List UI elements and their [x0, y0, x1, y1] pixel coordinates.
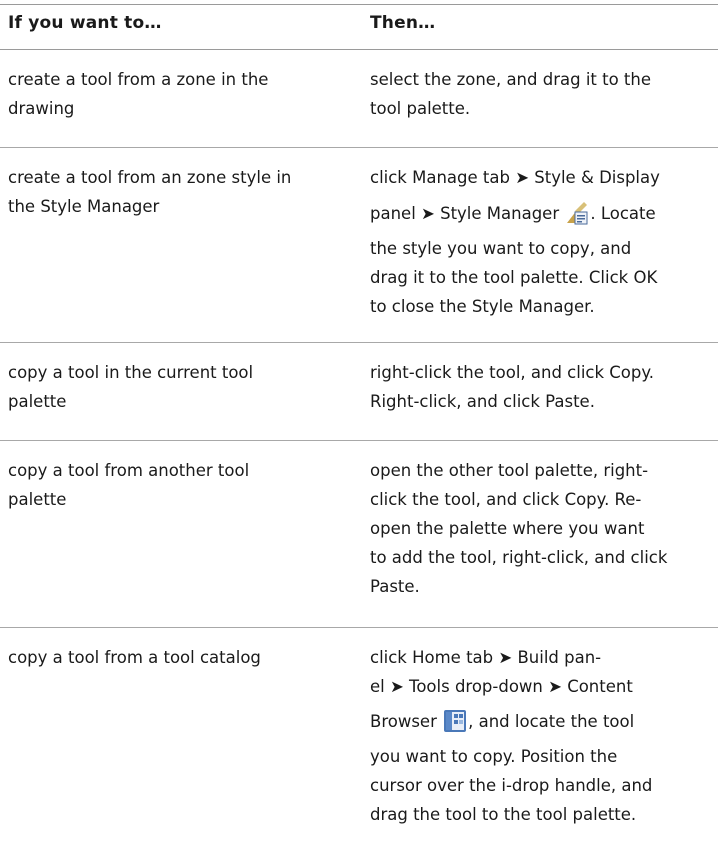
row-action: create a tool from an zone style in the … [8, 168, 292, 216]
row-action: copy a tool from a tool catalog [8, 648, 261, 667]
row-instruction: select the zone, and drag it to the tool… [370, 70, 652, 118]
row-instruction: click Home tab ➤ Build pan- el ➤ Tools d… [370, 648, 653, 824]
style-manager-icon [565, 201, 589, 234]
table-row: copy a tool from another tool palette op… [0, 441, 718, 628]
row-action: create a tool from a zone in the drawing [8, 70, 269, 118]
header-if-you-want-to: If you want to… [8, 13, 162, 33]
row-action: copy a tool from another tool palette [8, 461, 250, 509]
row-action: copy a tool in the current tool palette [8, 363, 254, 411]
row-instruction: right-click the tool, and click Copy. Ri… [370, 363, 655, 411]
procedure-table: If you want to… Then… create a tool from… [0, 4, 718, 848]
table-row: create a tool from a zone in the drawing… [0, 50, 718, 148]
table-header: If you want to… Then… [0, 4, 718, 50]
header-then: Then… [370, 13, 436, 33]
row-instruction: open the other tool palette, right- clic… [370, 461, 668, 596]
row-instruction: click Manage tab ➤ Style & Display panel… [370, 168, 660, 316]
content-browser-icon [443, 709, 467, 742]
table-row: create a tool from an zone style in the … [0, 148, 718, 343]
table-row: copy a tool in the current tool palette … [0, 343, 718, 441]
table-row: copy a tool from a tool catalog click Ho… [0, 628, 718, 848]
